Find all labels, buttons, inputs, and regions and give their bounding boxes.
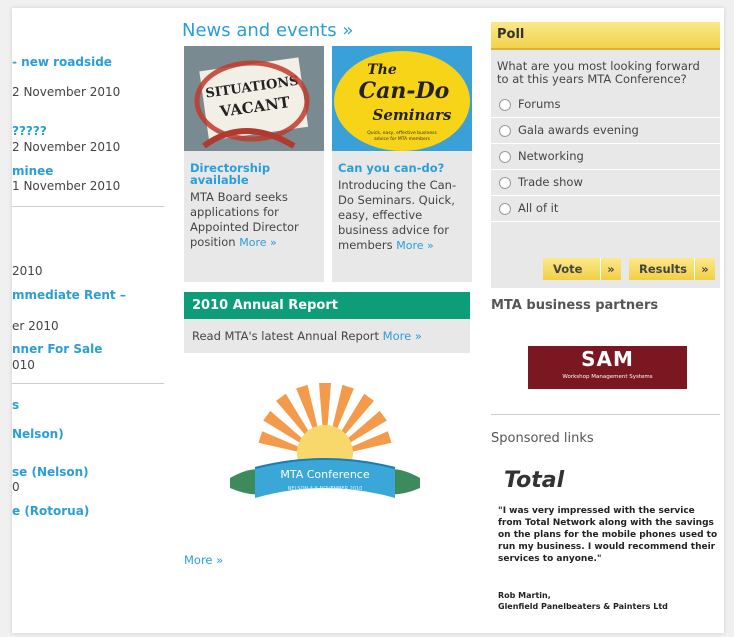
left-link-se-nelson[interactable]: se (Nelson) (12, 465, 89, 479)
can-do-body: Introducing the Can-Do Seminars. Quick, … (338, 178, 466, 253)
poll-box: Poll What are you most looking forward t… (491, 22, 720, 288)
left-divider-2 (12, 383, 164, 384)
svg-text:Seminars: Seminars (373, 106, 452, 124)
sam-logo[interactable]: SAM Workshop Management Systems (528, 346, 687, 389)
directorship-heading[interactable]: Directorship available (190, 162, 318, 186)
news-card-directorship[interactable]: SITUATIONS VACANT Directorship available… (184, 46, 324, 282)
svg-text:advice for MTA members: advice for MTA members (374, 136, 431, 142)
chevron-right-icon: » (600, 258, 621, 280)
radio-icon[interactable] (499, 124, 511, 137)
poll-option-trade-show[interactable]: Trade show (491, 170, 720, 196)
radio-icon[interactable] (499, 98, 511, 111)
radio-icon[interactable] (499, 176, 511, 189)
left-news-date-3: 1 November 2010 (12, 179, 121, 193)
results-label: Results (639, 262, 687, 276)
poll-question: What are you most looking forward to at … (497, 59, 700, 86)
poll-option-label: Gala awards evening (518, 123, 639, 137)
situations-vacant-image[interactable]: SITUATIONS VACANT (184, 46, 324, 151)
page-frame: - new roadside 2 November 2010 ????? 2 N… (12, 8, 724, 633)
left-section-header[interactable]: s (12, 398, 19, 412)
poll-option-label: Forums (518, 97, 561, 111)
poll-option-networking[interactable]: Networking (491, 144, 720, 170)
annual-report-body: Read MTA's latest Annual Report More » (184, 319, 470, 353)
directorship-body: MTA Board seeks applications for Appoint… (190, 190, 318, 250)
can-do-seminars-image[interactable]: The Can-Do Seminars Quick, easy, effecti… (332, 46, 472, 151)
left-date-only: 2010 (12, 264, 43, 278)
testimonial-company: Glenfield Panelbeaters & Painters Ltd (498, 602, 668, 611)
can-do-heading[interactable]: Can you can-do? (338, 162, 466, 174)
sam-logo-text: SAM (581, 347, 634, 371)
poll-option-label: Networking (518, 149, 584, 163)
vote-label: Vote (553, 262, 583, 276)
news-events-heading[interactable]: News and events » (182, 20, 353, 41)
left-link-nelson[interactable]: Nelson) (12, 427, 64, 441)
left-link-digit: 0 (12, 480, 20, 494)
poll-option-forums[interactable]: Forums (491, 92, 720, 118)
results-button[interactable]: Results » (629, 258, 715, 280)
poll-option-gala[interactable]: Gala awards evening (491, 118, 720, 144)
testimonial-name: Rob Martin, (498, 591, 551, 600)
svg-text:The: The (367, 62, 397, 78)
left-link-rotorua[interactable]: e (Rotorua) (12, 504, 89, 518)
mta-conference-banner[interactable]: MTA Conference NELSON 4-6 NOVEMBER 2010 (190, 378, 460, 538)
left-news-date-sale: 010 (12, 358, 35, 372)
news-card-can-do[interactable]: The Can-Do Seminars Quick, easy, effecti… (332, 46, 472, 282)
annual-report-text: Read MTA's latest Annual Report (192, 329, 380, 343)
svg-text:Quick, easy, effective busines: Quick, easy, effective business (367, 130, 437, 136)
vote-button[interactable]: Vote » (543, 258, 621, 280)
left-news-link-2[interactable]: ????? (12, 124, 47, 138)
left-news-date-rent: er 2010 (12, 319, 59, 333)
poll-option-label: All of it (518, 201, 559, 215)
total-logo-text: Total (504, 468, 565, 493)
total-logo[interactable]: Total (504, 468, 564, 493)
poll-option-label: Trade show (518, 175, 583, 189)
left-divider-1 (12, 206, 164, 207)
sam-logo-subtitle: Workshop Management Systems (562, 374, 653, 380)
right-divider (491, 414, 720, 415)
business-partners-heading: MTA business partners (491, 298, 659, 313)
radio-icon[interactable] (499, 150, 511, 163)
chevron-right-icon: » (694, 258, 715, 280)
annual-report-more-link[interactable]: More » (383, 329, 422, 343)
poll-option-all[interactable]: All of it (491, 196, 720, 222)
directorship-more-link[interactable]: More » (239, 236, 277, 249)
annual-report-heading[interactable]: 2010 Annual Report (184, 292, 470, 319)
poll-heading: Poll (491, 22, 720, 50)
svg-text:NELSON 4-6 NOVEMBER 2010: NELSON 4-6 NOVEMBER 2010 (288, 486, 363, 492)
conference-more-link[interactable]: More » (184, 553, 223, 567)
can-do-more-link[interactable]: More » (396, 239, 434, 252)
left-news-link-sale[interactable]: nner For Sale (12, 342, 102, 356)
left-news-link-rent[interactable]: mmediate Rent – (12, 288, 126, 302)
left-news-date-2: 2 November 2010 (12, 140, 121, 154)
sponsor-testimonial: "I was very impressed with the service f… (498, 506, 718, 564)
radio-icon[interactable] (499, 202, 511, 215)
left-news-link-1[interactable]: - new roadside (12, 55, 112, 69)
left-news-date-1: 2 November 2010 (12, 85, 121, 99)
left-news-link-3[interactable]: minee (12, 164, 53, 178)
testimonial-signature: Rob Martin, Glenfield Panelbeaters & Pai… (498, 590, 668, 612)
svg-text:MTA Conference: MTA Conference (280, 468, 369, 481)
sponsored-links-heading: Sponsored links (491, 431, 594, 446)
svg-text:Can-Do: Can-Do (359, 78, 450, 104)
